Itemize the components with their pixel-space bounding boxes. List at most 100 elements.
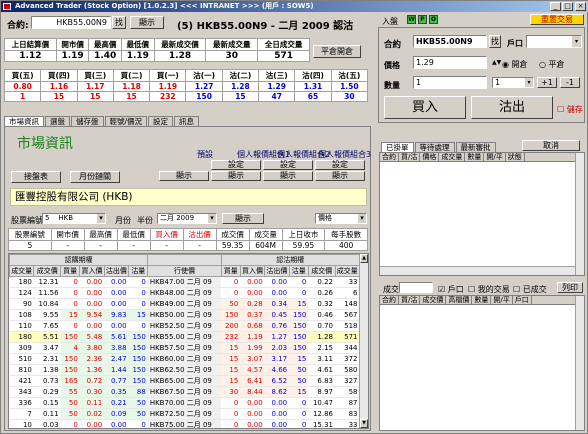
open-radio[interactable]: ◉ 開倉: [502, 59, 528, 70]
depth-price: 1.18: [112, 81, 151, 92]
show-default-button[interactable]: 顯示: [159, 171, 209, 181]
reset-button[interactable]: 重置交易: [530, 14, 584, 25]
minus-one-button[interactable]: -1: [560, 77, 580, 88]
orders-vscroll[interactable]: [575, 153, 584, 275]
trade-select[interactable]: [399, 282, 433, 293]
chain-cell: HKB75.00 二月 09: [147, 419, 222, 428]
price-input[interactable]: 1.29: [413, 56, 487, 69]
chain-cell: 0: [221, 276, 241, 288]
maximize-button[interactable]: □: [562, 2, 573, 11]
qty-input[interactable]: 1: [413, 76, 487, 89]
order-col-header: 買/沽: [399, 153, 421, 161]
done-trade-checkbox[interactable]: ☐ 已成交: [513, 284, 547, 295]
tab-2[interactable]: 儲存盤: [71, 116, 104, 126]
order-col-header: 價格: [420, 153, 440, 161]
p-toggle[interactable]: P: [418, 15, 427, 24]
qty-label: 數量: [384, 81, 400, 90]
o-toggle[interactable]: O: [429, 15, 438, 24]
chain-cell: 0: [128, 419, 148, 428]
tab-0[interactable]: 市場資訊: [4, 116, 44, 126]
depth-price: 0.80: [3, 81, 42, 92]
show-chain-button[interactable]: 顯示: [222, 213, 264, 224]
stock-info-table: 股票編號 開市價 最高價 最低價 買入價 沽出價 成交價 成交量 上日收市 每手股數 5- - - - -5…: [8, 228, 368, 251]
close-button[interactable]: ×: [575, 2, 586, 11]
stock-code-select[interactable]: 5 HKB ▾: [42, 213, 106, 224]
price-spin-icon[interactable]: ▲▼: [492, 59, 501, 66]
set-button-1[interactable]: 設定: [211, 160, 261, 170]
cancel-order-button[interactable]: 取消: [522, 140, 580, 151]
chain-cell: 6.41: [240, 375, 265, 387]
minimize-button[interactable]: _: [550, 2, 561, 11]
orders-hscroll[interactable]: [380, 266, 576, 275]
sell-button[interactable]: 沽出: [471, 96, 553, 119]
chain-cell: 0.00: [264, 397, 290, 409]
chain-cell: 0: [60, 298, 80, 310]
table-row: 7 0.11 50 0.02 0.09 50 HKB72.50 二月 09 0 0.00 0.00…: [9, 408, 360, 420]
chain-cell: 5.51: [33, 331, 61, 343]
price-select[interactable]: 價格 ▾: [315, 213, 367, 224]
month-chain-button[interactable]: 月份鏈關: [70, 171, 120, 183]
chain-cell: 580: [335, 364, 360, 376]
option-chain: 認購期權 認沽期權 成交量 成交價 買量 買入價 沽出價 沽量 行使價 買量 買入價 沽出價 沽量 成交…: [8, 253, 369, 429]
close-radio[interactable]: ○ 平倉: [539, 59, 565, 70]
r-contract-input[interactable]: HKB55.00N9: [413, 35, 487, 48]
month-label: 月份: [115, 216, 131, 225]
chain-cell: 0.00: [104, 287, 129, 299]
order-tab-2[interactable]: 最新審批: [455, 142, 496, 152]
qty-select[interactable]: 1 ▾: [492, 77, 534, 88]
order-tab-0[interactable]: 已掛單: [381, 142, 414, 152]
account-checkbox[interactable]: ☑ 戶口: [438, 284, 464, 295]
trade-col-header: 高檔價: [446, 296, 473, 304]
tab-5[interactable]: 訊息: [174, 116, 200, 126]
close-open-button[interactable]: 平倉開倉: [313, 45, 361, 58]
account-label: 戶口: [507, 39, 523, 48]
show-preset2-button[interactable]: 顯示: [263, 171, 313, 181]
info-value: -: [50, 240, 85, 251]
contract-input[interactable]: HKB55.00N9: [31, 16, 111, 29]
depth-qty: 232: [149, 91, 187, 102]
window-title: Advanced Trader (Stock Option) [1.0.2.3]…: [15, 2, 314, 10]
chain-cell: 1.28: [308, 331, 336, 343]
save-checkbox[interactable]: ☐ 儲存: [557, 104, 583, 115]
chain-cell: 4: [60, 342, 80, 354]
chain-scrollbar[interactable]: ▲ ▼: [359, 254, 368, 428]
chain-cell: 0.00: [240, 419, 265, 428]
set-button-2[interactable]: 設定: [263, 160, 313, 170]
chain-cell: 9.55: [33, 309, 61, 321]
chain-col-header: 成交價: [307, 265, 336, 277]
chain-cell: HKB48.00 二月 09: [147, 287, 222, 299]
find-button[interactable]: 找: [112, 16, 126, 29]
chain-cell: 33: [335, 276, 360, 288]
chain-cell: 150: [289, 309, 309, 321]
trade-col-header: 合約: [380, 296, 399, 304]
chain-cell: 165: [60, 375, 80, 387]
chain-cell: 2.36: [79, 353, 105, 365]
chain-cell: 1.44: [104, 364, 129, 376]
show-preset1-button[interactable]: 顯示: [211, 171, 261, 181]
tab-4[interactable]: 設定: [148, 116, 174, 126]
account-select[interactable]: ▾: [526, 35, 582, 48]
tab-1[interactable]: 選盤: [45, 116, 70, 126]
chain-cell: 0.09: [104, 408, 129, 420]
scroll-up-icon[interactable]: ▲: [360, 254, 368, 263]
order-tab-1[interactable]: 等待處理: [414, 142, 455, 152]
trades-vscroll[interactable]: [575, 296, 584, 430]
set-button-3[interactable]: 設定: [315, 160, 365, 170]
print-button[interactable]: 列印: [557, 282, 583, 293]
show-button[interactable]: 顯示: [130, 16, 164, 29]
depth-qty: 15: [40, 91, 78, 102]
chain-cell: 50: [60, 397, 80, 409]
w-toggle[interactable]: W: [407, 15, 416, 24]
my-trade-checkbox[interactable]: ☐ 我的交易: [468, 284, 510, 295]
quote-value: 571: [257, 50, 310, 62]
tab-3[interactable]: 輕號/價況: [104, 116, 148, 126]
bid-ask-button[interactable]: 接盤表: [11, 171, 61, 183]
show-preset3-button[interactable]: 顯示: [315, 171, 365, 181]
chain-cell: 0.29: [33, 386, 61, 398]
scroll-down-icon[interactable]: ▼: [360, 419, 368, 428]
chain-cell: 110: [9, 320, 34, 332]
r-find-button[interactable]: 找: [489, 35, 501, 48]
plus-one-button[interactable]: +1: [537, 77, 557, 88]
month-select[interactable]: 二月 2009 ▾: [157, 213, 217, 224]
buy-button[interactable]: 買入: [384, 96, 466, 119]
